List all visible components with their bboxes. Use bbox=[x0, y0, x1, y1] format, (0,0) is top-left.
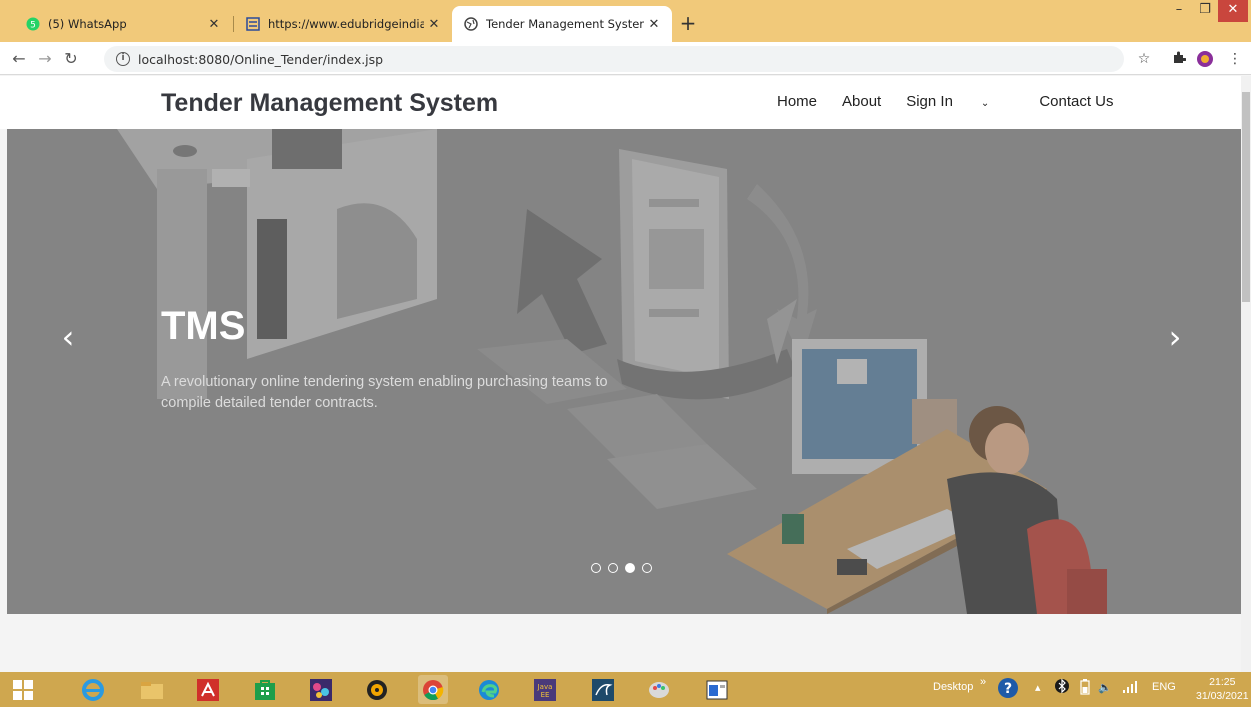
url-text: localhost:8080/Online_Tender/index.jsp bbox=[138, 51, 384, 67]
edubridge-icon bbox=[246, 17, 260, 31]
media-player-icon[interactable] bbox=[362, 675, 392, 704]
extensions-icon[interactable] bbox=[1170, 50, 1188, 68]
windows-taskbar: Java EE Desktop » ? ▴ 🔈 ENG 21:25 31/03/2… bbox=[0, 672, 1251, 707]
chevron-right-icon[interactable]: » bbox=[980, 676, 986, 688]
close-icon[interactable]: ✕ bbox=[424, 17, 444, 32]
hero-carousel: TMS A revolutionary online tendering sys… bbox=[7, 129, 1241, 614]
new-tab-button[interactable]: + bbox=[676, 12, 700, 36]
nav-contact[interactable]: Contact Us bbox=[1039, 93, 1113, 110]
profile-avatar[interactable] bbox=[1196, 50, 1214, 68]
close-icon[interactable]: ✕ bbox=[644, 17, 664, 32]
window-app-icon[interactable] bbox=[702, 675, 732, 704]
hero-title: TMS bbox=[161, 304, 246, 348]
nav-home[interactable]: Home bbox=[777, 93, 817, 110]
carousel-indicator-active[interactable] bbox=[625, 563, 635, 573]
browser-tab-strip: 5 (5) WhatsApp ✕ https://www.edubridgein… bbox=[0, 0, 1251, 42]
acrobat-reader-icon[interactable] bbox=[193, 675, 223, 704]
windows-start-icon[interactable] bbox=[8, 675, 38, 704]
help-icon[interactable]: ? bbox=[997, 677, 1019, 702]
edge-icon[interactable] bbox=[474, 675, 504, 704]
carousel-indicator[interactable] bbox=[591, 563, 601, 573]
store-icon[interactable] bbox=[250, 675, 280, 704]
clock-time: 21:25 bbox=[1209, 676, 1236, 688]
minimize-icon[interactable]: – bbox=[1166, 0, 1192, 22]
svg-text:5: 5 bbox=[30, 21, 36, 31]
carousel-indicators bbox=[591, 563, 659, 573]
site-navbar: Tender Management System Home About Sign… bbox=[0, 76, 1241, 129]
close-window-icon[interactable]: ✕ bbox=[1218, 0, 1248, 22]
paint-palette-icon[interactable] bbox=[644, 675, 674, 704]
site-brand[interactable]: Tender Management System bbox=[161, 89, 498, 118]
tab-title: https://www.edubridgeindia.com bbox=[268, 17, 424, 31]
volume-icon[interactable]: 🔈 bbox=[1098, 681, 1112, 694]
bookmark-star-icon[interactable]: ☆ bbox=[1135, 50, 1153, 68]
nav-sign-in[interactable]: Sign In ⌄ bbox=[906, 93, 1014, 110]
nav-links: Home About Sign In ⌄ Contact Us bbox=[777, 93, 1139, 110]
forward-icon[interactable]: → bbox=[34, 48, 56, 70]
whatsapp-icon: 5 bbox=[26, 17, 40, 31]
internet-explorer-icon[interactable] bbox=[78, 675, 108, 704]
mysql-workbench-icon[interactable] bbox=[588, 675, 618, 704]
menu-kebab-icon[interactable]: ⋮ bbox=[1226, 50, 1244, 68]
nav-about[interactable]: About bbox=[842, 93, 881, 110]
carousel-next-arrow[interactable]: › bbox=[1160, 321, 1190, 353]
close-icon[interactable]: ✕ bbox=[204, 17, 224, 32]
paint-app-icon[interactable] bbox=[306, 675, 336, 704]
svg-text:EE: EE bbox=[541, 691, 550, 699]
reload-icon[interactable]: ↻ bbox=[60, 48, 82, 70]
tab-whatsapp[interactable]: 5 (5) WhatsApp ✕ bbox=[14, 6, 232, 42]
bluetooth-icon[interactable] bbox=[1055, 678, 1069, 697]
restore-icon[interactable]: ❐ bbox=[1192, 0, 1218, 22]
hero-description: A revolutionary online tendering system … bbox=[161, 374, 608, 411]
page-scrollbar[interactable] bbox=[1241, 76, 1251, 672]
file-explorer-icon[interactable] bbox=[137, 675, 167, 704]
browser-toolbar: ← → ↻ i localhost:8080/Online_Tender/ind… bbox=[0, 42, 1251, 75]
eclipse-javaee-icon[interactable]: Java EE bbox=[530, 675, 560, 704]
nav-sign-in-label: Sign In bbox=[906, 93, 953, 110]
chrome-icon[interactable] bbox=[418, 675, 448, 704]
svg-text:Java: Java bbox=[537, 683, 553, 691]
carousel-prev-arrow[interactable]: ‹ bbox=[53, 321, 83, 353]
tab-title: (5) WhatsApp bbox=[48, 17, 127, 31]
info-icon[interactable]: i bbox=[116, 52, 130, 66]
address-bar[interactable]: i localhost:8080/Online_Tender/index.jsp bbox=[104, 46, 1124, 72]
tab-tender-management[interactable]: Tender Management System ✕ bbox=[452, 6, 672, 42]
taskbar-clock[interactable]: 21:25 31/03/2021 bbox=[1196, 675, 1249, 703]
carousel-indicator[interactable] bbox=[608, 563, 618, 573]
back-icon[interactable]: ← bbox=[8, 48, 30, 70]
carousel-indicator[interactable] bbox=[642, 563, 652, 573]
chevron-down-icon: ⌄ bbox=[980, 98, 990, 109]
scrollbar-thumb[interactable] bbox=[1242, 92, 1250, 302]
clock-date: 31/03/2021 bbox=[1196, 690, 1249, 702]
desktop-toolbar-label[interactable]: Desktop bbox=[933, 681, 973, 693]
tab-edubridge[interactable]: https://www.edubridgeindia.com ✕ bbox=[234, 6, 452, 42]
language-indicator[interactable]: ENG bbox=[1152, 681, 1176, 693]
web-page: Tender Management System Home About Sign… bbox=[0, 76, 1241, 672]
network-signal-icon[interactable] bbox=[1122, 680, 1138, 697]
tab-title: Tender Management System bbox=[486, 17, 644, 31]
svg-text:?: ? bbox=[1004, 681, 1012, 697]
globe-icon bbox=[464, 17, 478, 31]
show-hidden-icons[interactable]: ▴ bbox=[1035, 681, 1041, 694]
battery-icon[interactable] bbox=[1080, 679, 1090, 698]
